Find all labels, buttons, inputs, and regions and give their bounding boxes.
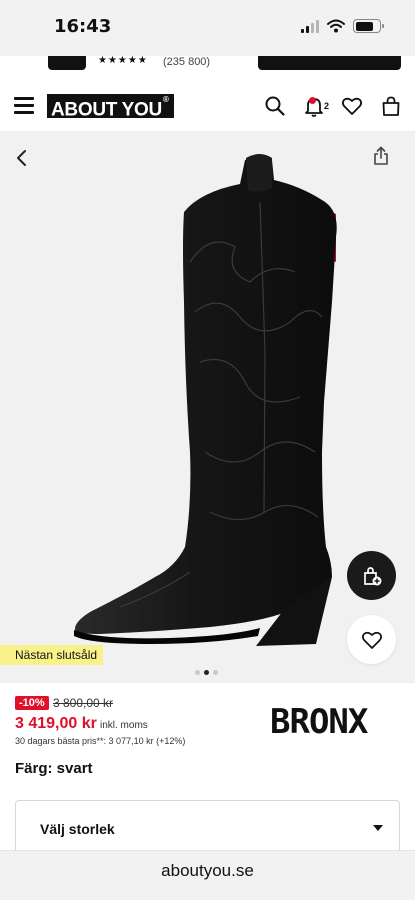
- brand-logo[interactable]: BRONX: [270, 702, 368, 742]
- wishlist-heart-icon: [361, 631, 382, 649]
- status-bar: 16:43: [0, 0, 415, 56]
- almost-sold-out-badge: Nästan slutsåld: [0, 645, 104, 665]
- status-time: 16:43: [54, 16, 112, 37]
- notification-dot: [309, 97, 316, 104]
- chevron-down-icon: [373, 825, 383, 831]
- rating-stars: ★★★★★: [98, 56, 148, 66]
- rating-count: (235 800): [163, 56, 211, 68]
- size-select-label: Välj storlek: [40, 821, 115, 837]
- original-price: 3 800,00 kr: [53, 696, 114, 710]
- wifi-icon: [327, 19, 345, 33]
- product-image-gallery[interactable]: Nästan slutsåld: [0, 132, 415, 683]
- vat-note: inkl. moms: [100, 720, 148, 731]
- pagination-dot[interactable]: [213, 670, 218, 675]
- share-icon[interactable]: [373, 146, 389, 166]
- notification-count: 2: [324, 101, 330, 111]
- pagination-dot-active[interactable]: [204, 670, 209, 675]
- size-select[interactable]: Välj storlek: [15, 800, 400, 856]
- cellular-signal-icon: [301, 19, 319, 33]
- back-arrow-icon[interactable]: [12, 148, 32, 168]
- shopping-bag-icon[interactable]: [380, 95, 402, 117]
- product-info: -10% 3 800,00 kr 3 419,00 kr inkl. moms …: [0, 683, 415, 798]
- battery-icon: [353, 19, 384, 33]
- add-to-bag-icon: [363, 566, 381, 585]
- heart-icon[interactable]: [341, 95, 363, 117]
- best-price-note: 30 dagars bästa pris**: 3 077,10 kr (+12…: [15, 736, 186, 746]
- app-promo-banner[interactable]: ★★★★★ (235 800): [0, 56, 415, 80]
- site-header: ABOUT YOU® 2: [0, 80, 415, 132]
- site-logo[interactable]: ABOUT YOU®: [47, 94, 174, 121]
- image-pagination-dots[interactable]: [195, 670, 218, 675]
- search-icon[interactable]: [264, 95, 286, 117]
- logo-text: ABOUT YOU: [51, 99, 162, 121]
- menu-icon[interactable]: [14, 97, 34, 114]
- registered-mark: ®: [162, 95, 169, 104]
- browser-address-bar[interactable]: aboutyou.se: [0, 850, 415, 900]
- discount-badge: -10%: [15, 696, 49, 710]
- app-icon: [48, 56, 86, 70]
- color-label: Färg: svart: [15, 760, 93, 777]
- add-to-bag-button[interactable]: [347, 551, 396, 600]
- product-image-cowboy-boot: [74, 154, 337, 646]
- pagination-dot[interactable]: [195, 670, 200, 675]
- status-icons: [301, 19, 384, 33]
- open-app-button[interactable]: [258, 56, 401, 70]
- sale-price: 3 419,00 kr: [15, 715, 97, 732]
- wishlist-button[interactable]: [347, 615, 396, 664]
- url-text: aboutyou.se: [161, 861, 254, 880]
